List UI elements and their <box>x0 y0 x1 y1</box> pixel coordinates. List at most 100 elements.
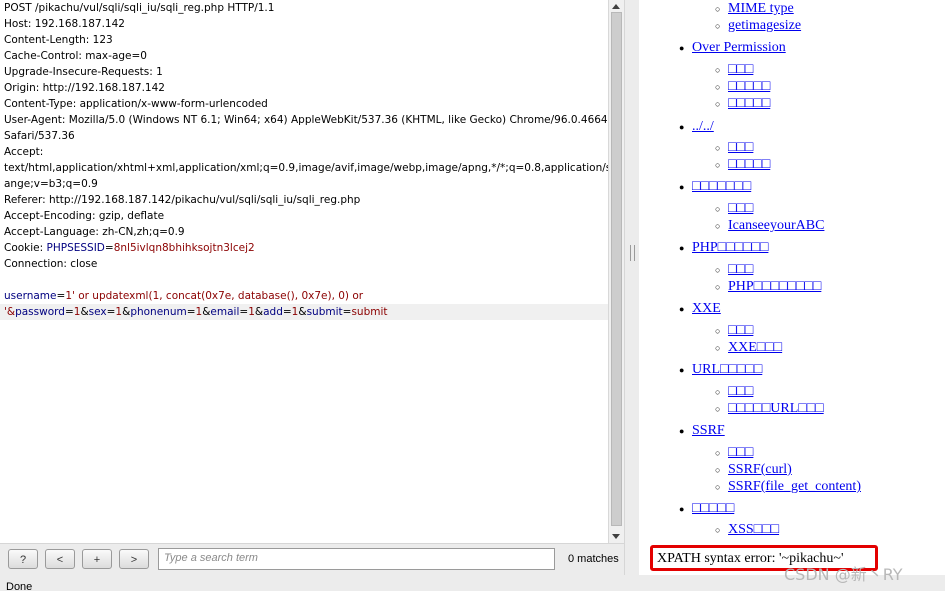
status-text: Done <box>6 581 33 593</box>
response-render-pane: MIME type getimagesize Over Permission □… <box>639 0 945 575</box>
nav-link[interactable]: □□□ <box>728 262 753 277</box>
nav-link[interactable]: □□□ <box>728 201 753 216</box>
nav-sub-getimagesize[interactable]: getimagesize <box>715 18 801 34</box>
param-password: password <box>15 306 65 318</box>
nav-link[interactable]: □□□ <box>728 445 753 460</box>
equals-sign: = <box>239 306 249 318</box>
nav-sub-pd-1[interactable]: □□□ <box>715 262 754 278</box>
request-text[interactable]: POST /pikachu/vul/sqli/sqli_iu/sqli_reg.… <box>0 0 608 320</box>
nav-link[interactable]: PHP□□□□□□ <box>692 240 768 255</box>
nav-sub-xxe-1[interactable]: □□□ <box>715 323 754 339</box>
nav-link[interactable]: getimagesize <box>728 18 801 33</box>
payload-tail: '& <box>4 306 16 318</box>
nav-link[interactable]: □□□ <box>728 384 753 399</box>
upgrade-insecure-header: Upgrade-Insecure-Requests: 1 <box>4 66 163 78</box>
origin-header: Origin: http://192.168.187.142 <box>4 82 165 94</box>
email-value: 1 <box>248 306 255 318</box>
nav-link[interactable]: ../../ <box>692 119 714 134</box>
nav-link[interactable]: □□□□□□□ <box>692 179 751 194</box>
nav-link[interactable]: □□□□□ <box>728 157 770 172</box>
nav-sub-xss-misc[interactable]: XSS□□□ <box>715 522 779 538</box>
scroll-up-icon[interactable] <box>612 4 620 9</box>
nav-link[interactable]: SSRF(file_get_content) <box>728 479 861 494</box>
cookie-name: PHPSESSID <box>46 242 105 254</box>
nav-link[interactable]: XXE <box>692 301 721 316</box>
cookie-header: Cookie: PHPSESSID=8nl5ivlqn8bhihksojtn3l… <box>4 240 608 256</box>
user-agent-header: User-Agent: Mozilla/5.0 (Windows NT 6.1;… <box>4 114 608 126</box>
nav-link[interactable]: IcanseeyourABC <box>728 218 824 233</box>
nav-sub-ssrf-file[interactable]: SSRF(file_get_content) <box>715 479 861 495</box>
previous-match-button[interactable]: < <box>45 549 75 569</box>
nav-link[interactable]: □□□ <box>728 62 753 77</box>
nav-sub-op-1[interactable]: □□□ <box>715 62 754 78</box>
nav-link[interactable]: PHP□□□□□□□□ <box>728 279 821 294</box>
nav-sub-xxe-2[interactable]: XXE□□□ <box>715 340 782 356</box>
nav-sub-dd-1[interactable]: □□□ <box>715 140 754 156</box>
user-agent-continuation: Safari/537.36 <box>4 130 75 142</box>
body-line-1: username=1' or updatexml(1, concat(0x7e,… <box>4 288 608 304</box>
nav-link[interactable]: □□□□□ <box>728 96 770 111</box>
cookie-prefix: Cookie: <box>4 242 47 254</box>
nav-link[interactable]: XXE□□□ <box>728 340 782 355</box>
nav-link[interactable]: URL□□□□□ <box>692 362 762 377</box>
nav-sub-pd-2[interactable]: PHP□□□□□□□□ <box>715 279 821 295</box>
next-match-button[interactable]: > <box>119 549 149 569</box>
nav-cat-info-leak[interactable]: □□□□□□□ <box>679 179 751 195</box>
nav-sub-il-2[interactable]: IcanseeyourABC <box>715 218 824 234</box>
nav-link[interactable]: XSS□□□ <box>728 522 779 537</box>
nav-cat-xxe[interactable]: XXE <box>679 301 721 317</box>
nav-cat-over-permission[interactable]: Over Permission <box>679 40 786 56</box>
watermark: CSDN @新丶RY <box>784 565 903 584</box>
host-header: Host: 192.168.187.142 <box>4 18 125 30</box>
nav-cat-url-redirect[interactable]: URL□□□□□ <box>679 362 762 378</box>
username-payload: 1' or updatexml(1, concat(0x7e, database… <box>65 290 364 302</box>
nav-link[interactable]: □□□□□ <box>692 501 734 516</box>
accept-value-continuation: ange;v=b3;q=0.9 <box>4 178 98 190</box>
nav-sub-ssrf-curl[interactable]: SSRF(curl) <box>715 462 792 478</box>
ampersand: & <box>80 306 89 318</box>
param-submit: submit <box>306 306 343 318</box>
search-input[interactable]: Type a search term <box>158 548 555 570</box>
nav-link[interactable]: SSRF <box>692 423 725 438</box>
nav-link[interactable]: □□□ <box>728 140 753 155</box>
request-scrollbar[interactable] <box>608 0 624 543</box>
nav-link[interactable]: SSRF(curl) <box>728 462 792 477</box>
connection-header: Connection: close <box>4 258 98 270</box>
equals-sign: = <box>64 306 74 318</box>
help-button[interactable]: ? <box>8 549 38 569</box>
nav-sub-ur-2[interactable]: □□□□□URL□□□ <box>715 401 824 417</box>
nav-sub-dd-2[interactable]: □□□□□ <box>715 157 770 173</box>
nav-sub-op-2[interactable]: □□□□□ <box>715 79 770 95</box>
scroll-down-icon[interactable] <box>612 534 620 539</box>
equals-sign: = <box>282 306 292 318</box>
nav-sub-ssrf-1[interactable]: □□□ <box>715 445 754 461</box>
equals-sign: = <box>56 290 66 302</box>
accept-encoding-header: Accept-Encoding: gzip, deflate <box>4 210 165 222</box>
param-add: add <box>263 306 283 318</box>
scroll-thumb[interactable] <box>611 12 622 526</box>
nav-link[interactable]: □□□□□URL□□□ <box>728 401 824 416</box>
nav-sub-ur-1[interactable]: □□□ <box>715 384 754 400</box>
splitter-grip-icon[interactable] <box>630 245 635 261</box>
nav-cat-php-deser[interactable]: PHP□□□□□□ <box>679 240 768 256</box>
accept-header: Accept: <box>4 146 44 158</box>
nav-cat-ssrf[interactable]: SSRF <box>679 423 725 439</box>
nav-cat-dotdot[interactable]: ../../ <box>679 119 714 135</box>
nav-link[interactable]: MIME type <box>728 1 794 16</box>
nav-link[interactable]: Over Permission <box>692 40 786 55</box>
nav-link[interactable]: □□□ <box>728 323 753 338</box>
nav-sub-op-3[interactable]: □□□□□ <box>715 96 770 112</box>
nav-cat-misc[interactable]: □□□□□ <box>679 501 734 517</box>
nav-sub-mime-type[interactable]: MIME type <box>715 1 794 17</box>
submit-value: submit <box>351 306 388 318</box>
referer-header: Referer: http://192.168.187.142/pikachu/… <box>4 194 361 206</box>
cookie-eq: = <box>104 242 114 254</box>
content-length-header: Content-Length: 123 <box>4 34 113 46</box>
nav-sub-il-1[interactable]: □□□ <box>715 201 754 217</box>
pane-splitter[interactable] <box>624 0 640 575</box>
accept-language-header: Accept-Language: zh-CN,zh;q=0.9 <box>4 226 185 238</box>
nav-link[interactable]: □□□□□ <box>728 79 770 94</box>
add-button[interactable]: + <box>82 549 112 569</box>
request-editor[interactable]: POST /pikachu/vul/sqli/sqli_iu/sqli_reg.… <box>0 0 608 543</box>
